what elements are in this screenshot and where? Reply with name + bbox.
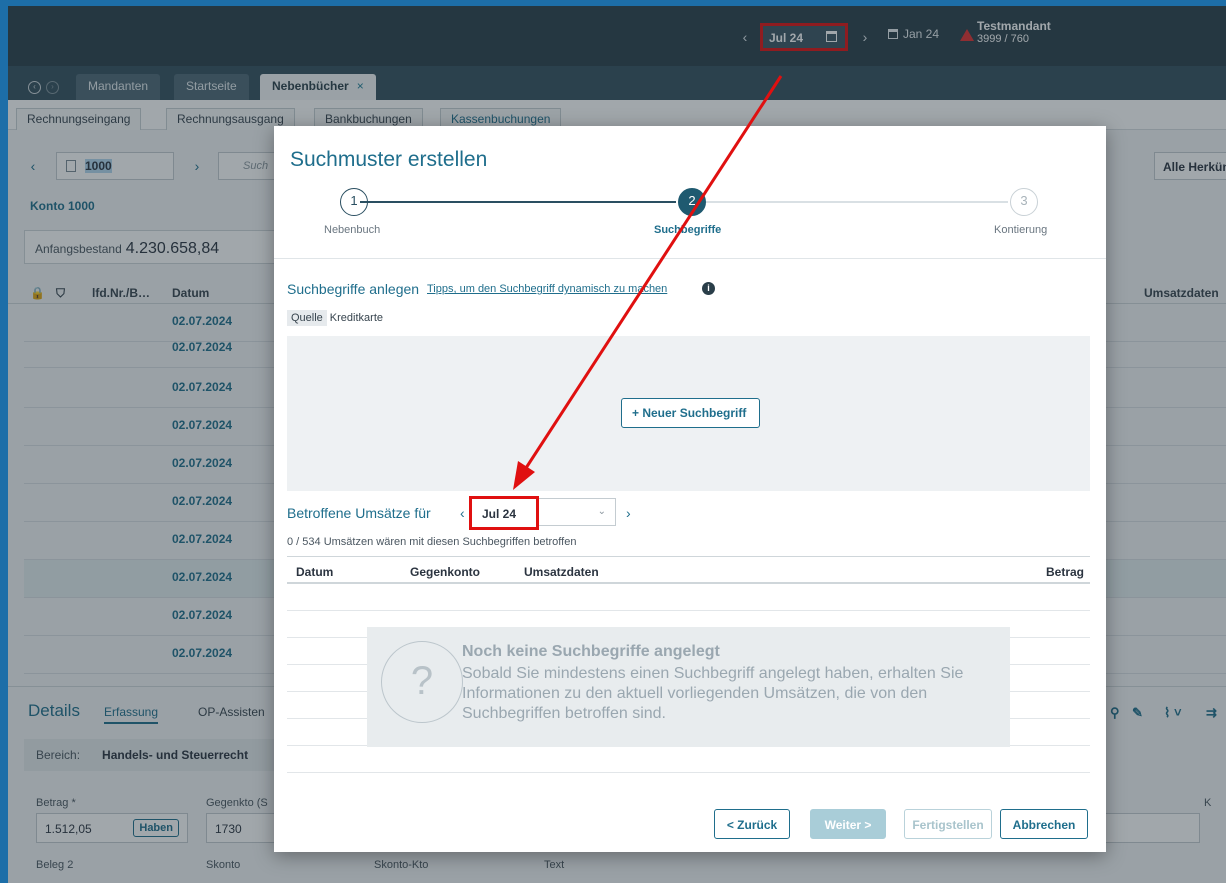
annotation-arrow xyxy=(513,75,783,490)
app-window: ‹ Jul 24 › Jan 24 Testmandant 3999 / 760… xyxy=(8,6,1226,883)
